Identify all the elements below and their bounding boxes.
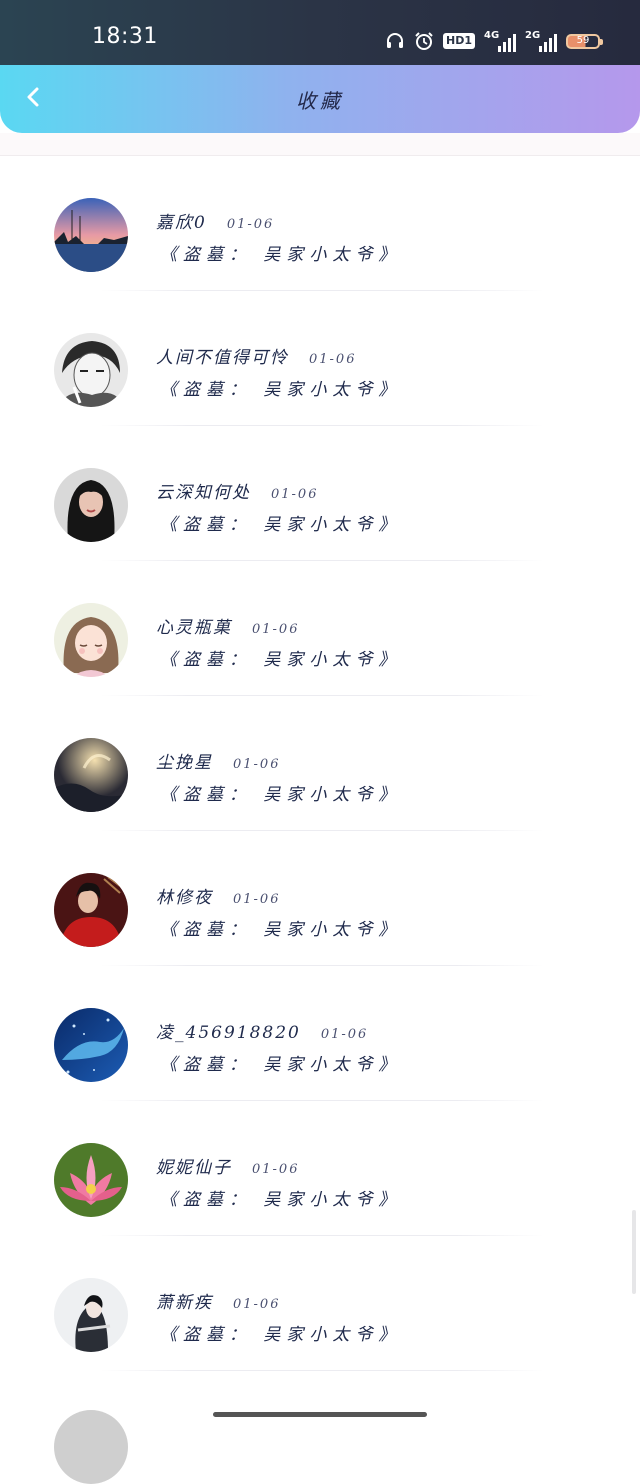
username[interactable]: 心灵瓶菓	[156, 613, 232, 638]
favorites-list: 嘉欣0 01-06 《盗墓： 吴家小太爷》 人间不值得可怜 01-06 《盗墓：…	[0, 156, 640, 1371]
username[interactable]: 嘉欣0	[156, 208, 207, 233]
avatar[interactable]	[54, 603, 128, 677]
signal-2g-icon: 2G	[525, 30, 557, 52]
work-title[interactable]: 《盗墓： 吴家小太爷》	[160, 1185, 401, 1210]
signal-2g-label: 2G	[525, 30, 541, 41]
username[interactable]: 尘挽星	[156, 748, 213, 773]
battery-level: 59	[576, 35, 590, 46]
date: 01-06	[309, 352, 357, 367]
avatar[interactable]	[54, 333, 128, 407]
favorite-item[interactable]: 妮妮仙子 01-06 《盗墓： 吴家小太爷》	[0, 1101, 640, 1236]
page-title: 收藏	[296, 89, 344, 113]
list-top-spacer	[0, 133, 640, 156]
work-title[interactable]: 《盗墓： 吴家小太爷》	[160, 780, 401, 805]
work-title[interactable]: 《盗墓： 吴家小太爷》	[160, 1320, 401, 1345]
date: 01-06	[226, 217, 275, 232]
work-title[interactable]: 《盗墓： 吴家小太爷》	[160, 240, 401, 265]
favorite-item[interactable]: 萧新疾 01-06 《盗墓： 吴家小太爷》	[0, 1236, 640, 1371]
favorite-item[interactable]: 尘挽星 01-06 《盗墓： 吴家小太爷》	[0, 696, 640, 831]
date: 01-06	[233, 1297, 281, 1312]
work-title[interactable]: 《盗墓： 吴家小太爷》	[160, 645, 401, 670]
avatar[interactable]	[54, 873, 128, 947]
username[interactable]: 人间不值得可怜	[156, 343, 289, 368]
headphones-icon	[385, 31, 405, 51]
date: 01-06	[233, 757, 281, 772]
favorite-item[interactable]: 心灵瓶菓 01-06 《盗墓： 吴家小太爷》	[0, 561, 640, 696]
home-indicator[interactable]	[213, 1412, 427, 1417]
signal-4g-icon: 4G	[484, 30, 516, 52]
favorite-item[interactable]: 嘉欣0 01-06 《盗墓： 吴家小太爷》	[0, 156, 640, 291]
avatar-partial	[54, 1410, 128, 1484]
username[interactable]: 云深知何处	[156, 478, 251, 503]
date: 01-06	[233, 892, 281, 907]
avatar[interactable]	[54, 1008, 128, 1082]
avatar[interactable]	[54, 468, 128, 542]
avatar[interactable]	[54, 1278, 128, 1352]
favorite-item[interactable]: 凌_456918820 01-06 《盗墓： 吴家小太爷》	[0, 966, 640, 1101]
date: 01-06	[252, 622, 300, 637]
date: 01-06	[252, 1162, 300, 1177]
username[interactable]: 妮妮仙子	[156, 1153, 232, 1178]
work-title[interactable]: 《盗墓： 吴家小太爷》	[160, 375, 401, 400]
date: 01-06	[320, 1027, 369, 1042]
date: 01-06	[271, 487, 319, 502]
username[interactable]: 凌_456918820	[156, 1018, 301, 1043]
status-time: 18:31	[92, 24, 158, 49]
favorite-item[interactable]: 云深知何处 01-06 《盗墓： 吴家小太爷》	[0, 426, 640, 561]
avatar[interactable]	[54, 1143, 128, 1217]
favorite-item[interactable]: 林修夜 01-06 《盗墓： 吴家小太爷》	[0, 831, 640, 966]
hd-icon: HD1	[443, 33, 475, 49]
work-title[interactable]: 《盗墓： 吴家小太爷》	[160, 1050, 401, 1075]
username[interactable]: 萧新疾	[156, 1288, 213, 1313]
status-icons: HD1 4G 2G 59	[385, 28, 603, 54]
username[interactable]: 林修夜	[156, 883, 213, 908]
work-title[interactable]: 《盗墓： 吴家小太爷》	[160, 510, 401, 535]
work-title[interactable]: 《盗墓： 吴家小太爷》	[160, 915, 401, 940]
battery-icon: 59	[566, 33, 603, 49]
header-bar: 收藏	[0, 65, 640, 133]
alarm-icon	[414, 31, 434, 51]
signal-4g-label: 4G	[484, 30, 500, 41]
avatar[interactable]	[54, 738, 128, 812]
favorite-item[interactable]: 人间不值得可怜 01-06 《盗墓： 吴家小太爷》	[0, 291, 640, 426]
avatar[interactable]	[54, 198, 128, 272]
scrollbar[interactable]	[632, 1210, 636, 1294]
